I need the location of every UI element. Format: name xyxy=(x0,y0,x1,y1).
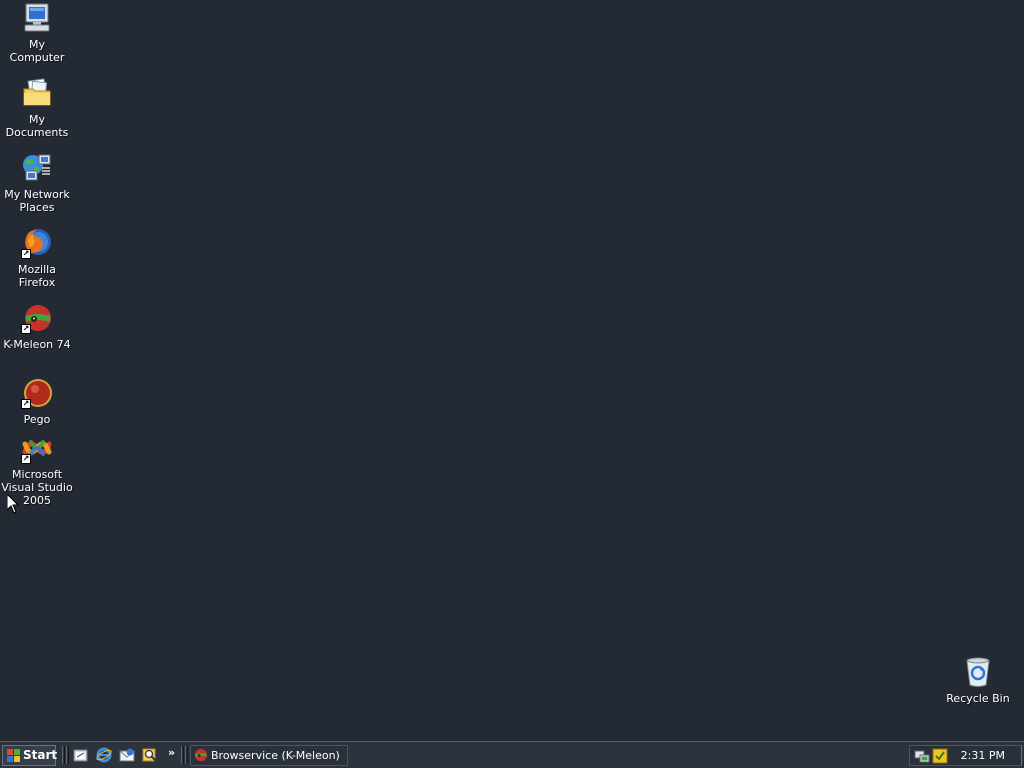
desktop-icon-k-meleon[interactable]: ↗ K-Meleon 74 xyxy=(0,302,74,351)
network-places-icon xyxy=(21,152,53,184)
icon-label: Recycle Bin xyxy=(946,692,1010,705)
outlook-express-icon xyxy=(119,748,135,762)
visual-studio-icon: ↗ xyxy=(21,432,53,464)
icon-label: My Network Places xyxy=(4,188,70,214)
task-button-label: Browservice (K-Meleon) xyxy=(211,749,340,762)
computer-icon xyxy=(21,2,53,34)
recycle-bin-icon xyxy=(962,656,994,688)
shortcut-arrow-icon: ↗ xyxy=(21,324,31,334)
desktop-icon-mozilla-firefox[interactable]: ↗ Mozilla Firefox xyxy=(0,227,74,289)
desktop[interactable]: My Computer My Documents My Network Plac… xyxy=(0,0,1024,741)
icon-label: Mozilla Firefox xyxy=(18,263,56,289)
desktop-icon-pego[interactable]: ↗ Pego xyxy=(0,377,74,426)
taskbar: Start » Browservice (K-Meleon) 2:31 PM xyxy=(0,741,1024,768)
tray-network-button[interactable] xyxy=(914,748,930,764)
taskbar-separator xyxy=(185,746,188,764)
desktop-icon-my-documents[interactable]: My Documents xyxy=(0,77,74,139)
icon-label: Pego xyxy=(23,413,51,426)
system-tray: 2:31 PM xyxy=(909,745,1022,766)
tray-security-button[interactable] xyxy=(932,748,948,764)
mouse-cursor-icon xyxy=(7,494,19,514)
firefox-icon: ↗ xyxy=(21,227,53,259)
quick-launch-more-chevron[interactable]: » xyxy=(168,746,175,759)
desktop-icon-my-computer[interactable]: My Computer xyxy=(0,2,74,64)
quick-launch-show-desktop[interactable] xyxy=(73,747,89,763)
icon-label: My Computer xyxy=(9,38,65,64)
shortcut-arrow-icon: ↗ xyxy=(21,249,31,259)
icon-label: K-Meleon 74 xyxy=(3,338,71,351)
desktop-icon-my-network-places[interactable]: My Network Places xyxy=(0,152,74,214)
start-label: Start xyxy=(23,748,58,762)
quick-launch-search[interactable] xyxy=(142,747,158,763)
search-icon xyxy=(142,748,157,762)
internet-explorer-icon xyxy=(96,747,112,763)
start-button[interactable]: Start xyxy=(2,745,58,766)
task-button-browservice[interactable]: Browservice (K-Meleon) xyxy=(190,745,348,766)
shortcut-arrow-icon: ↗ xyxy=(21,399,31,409)
security-tray-icon xyxy=(932,748,948,764)
clock[interactable]: 2:31 PM xyxy=(961,749,1005,762)
desktop-icon-recycle-bin[interactable]: Recycle Bin xyxy=(941,656,1015,705)
taskbar-separator xyxy=(66,746,69,764)
kmeleon-icon xyxy=(194,748,208,762)
kmeleon-icon: ↗ xyxy=(21,302,53,334)
pego-icon: ↗ xyxy=(21,377,53,409)
show-desktop-icon xyxy=(73,749,88,762)
shortcut-arrow-icon: ↗ xyxy=(21,454,31,464)
network-tray-icon xyxy=(914,750,930,763)
documents-folder-icon xyxy=(21,77,53,109)
quick-launch-internet-explorer[interactable] xyxy=(96,747,112,763)
icon-label: My Documents xyxy=(5,113,69,139)
taskbar-separator xyxy=(181,746,184,764)
taskbar-separator xyxy=(62,746,65,764)
windows-flag-icon xyxy=(7,749,20,762)
quick-launch-outlook-express[interactable] xyxy=(119,747,135,763)
